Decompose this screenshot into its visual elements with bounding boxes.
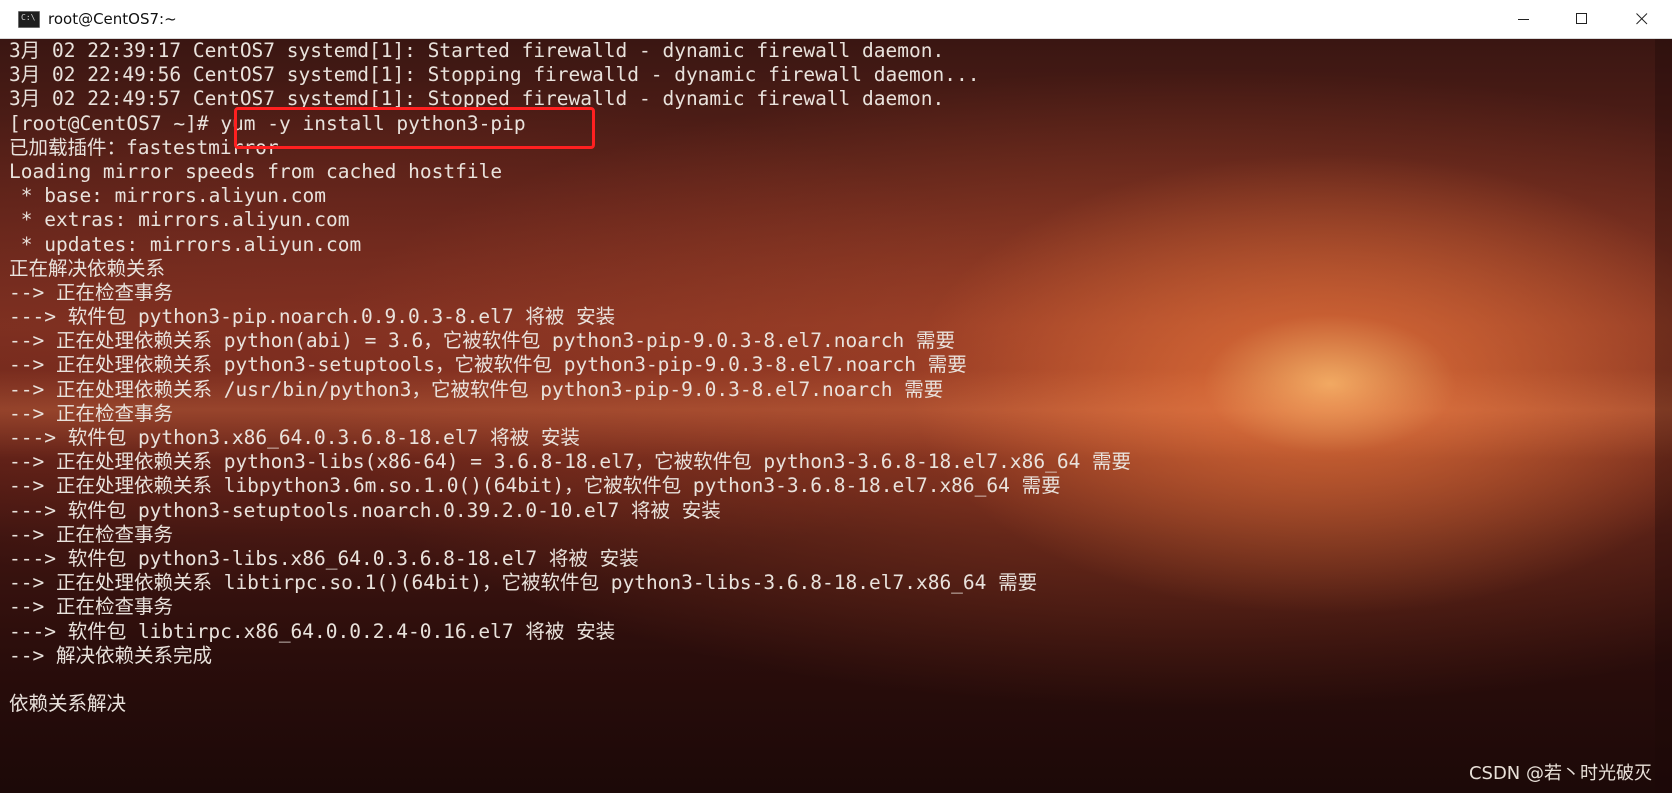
terminal-line: * updates: mirrors.aliyun.com [9, 232, 362, 256]
terminal-window: C:\ root@CentOS7:~ 3月 02 22:39:17 CentOS… [0, 0, 1672, 793]
terminal-line: 3月 02 22:49:56 CentOS7 systemd[1]: Stopp… [9, 63, 980, 87]
terminal-line: ---> 软件包 python3-libs.x86_64.0.3.6.8-18.… [9, 546, 639, 570]
terminal-line: --> 正在处理依赖关系 libpython3.6m.so.1.0()(64bi… [9, 474, 1061, 498]
terminal-line: --> 正在检查事务 [9, 401, 173, 425]
terminal-line: --> 正在处理依赖关系 python(abi) = 3.6，它被软件包 pyt… [9, 329, 955, 353]
cmd-icon[interactable]: C:\ [18, 11, 40, 28]
terminal-line: --> 正在处理依赖关系 python3-setuptools，它被软件包 py… [9, 353, 967, 377]
title-bar[interactable]: C:\ root@CentOS7:~ [0, 0, 1672, 39]
maximize-button[interactable] [1553, 0, 1611, 38]
command-highlight-box [234, 107, 595, 149]
terminal-line: * extras: mirrors.aliyun.com [9, 208, 350, 232]
terminal-line: --> 正在检查事务 [9, 595, 173, 619]
terminal-line: 依赖关系解决 [9, 692, 127, 716]
terminal-line: --> 正在检查事务 [9, 522, 173, 546]
terminal-line: ---> 软件包 python3-pip.noarch.0.9.0.3-8.el… [9, 305, 616, 329]
close-button[interactable] [1613, 0, 1671, 38]
window-title: root@CentOS7:~ [48, 10, 177, 28]
minimize-button[interactable] [1495, 0, 1553, 38]
terminal-line: --> 正在处理依赖关系 python3-libs(x86-64) = 3.6.… [9, 450, 1132, 474]
terminal-line: * base: mirrors.aliyun.com [9, 184, 326, 208]
terminal-line: ---> 软件包 python3-setuptools.noarch.0.39.… [9, 498, 721, 522]
terminal-line: --> 解决依赖关系完成 [9, 643, 212, 667]
terminal-line: ---> 软件包 python3.x86_64.0.3.6.8-18.el7 将… [9, 426, 580, 449]
terminal-content[interactable]: 3月 02 22:39:17 CentOS7 systemd[1]: Start… [0, 39, 1672, 793]
terminal-line: --> 正在处理依赖关系 /usr/bin/python3，它被软件包 pyth… [9, 377, 944, 401]
close-icon [1636, 13, 1648, 25]
terminal-line: 正在解决依赖关系 [9, 256, 166, 280]
minimize-icon [1518, 19, 1529, 20]
terminal-line: ---> 软件包 libtirpc.x86_64.0.0.2.4-0.16.el… [9, 619, 616, 643]
vertical-scrollbar[interactable] [1655, 39, 1672, 793]
terminal-line: --> 正在检查事务 [9, 280, 173, 304]
terminal-line: 3月 02 22:39:17 CentOS7 systemd[1]: Start… [9, 39, 945, 62]
terminal-line: --> 正在处理依赖关系 libtirpc.so.1()(64bit)，它被软件… [9, 571, 1038, 595]
watermark: CSDN @若丶时光破灭 [1468, 763, 1652, 784]
maximize-icon [1576, 13, 1587, 24]
terminal-line: Loading mirror speeds from cached hostfi… [9, 159, 503, 183]
